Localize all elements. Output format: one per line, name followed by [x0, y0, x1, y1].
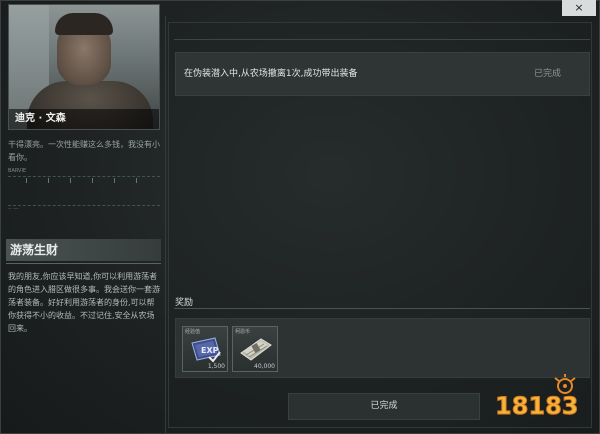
money-stack-icon: [240, 338, 272, 361]
rewards-panel: 经验值 EXP 1,500 柯恩币 40,000: [175, 318, 590, 378]
reward-item-quantity: 1,500: [207, 363, 225, 370]
complete-button[interactable]: 已完成: [288, 393, 480, 420]
svg-text:EXP: EXP: [201, 346, 219, 355]
character-portrait: 迪克 · 文森: [8, 4, 160, 130]
reward-item-name: 柯恩币: [235, 329, 251, 335]
stats-sub-label: -- ---: [8, 206, 19, 212]
mission-title-divider: [6, 263, 161, 264]
character-quote: 干得漂亮。一次性能赚这么多钱，我没有小看你。: [8, 140, 160, 162]
stats-label: BARVIE: [8, 168, 27, 174]
stats-tick: [48, 178, 49, 183]
task-objective-text: 在伪装潜入中,从农场撤离1次,成功带出装备: [184, 69, 358, 79]
stats-tick: [70, 178, 71, 183]
reward-item-money[interactable]: 柯恩币 40,000: [232, 326, 278, 372]
character-stats: BARVIE -- ---: [8, 168, 160, 216]
exp-card-icon: EXP: [191, 337, 221, 363]
top-divider: [174, 39, 590, 40]
portrait-hair: [55, 13, 113, 35]
task-objective-row: 在伪装潜入中,从农场撤离1次,成功带出装备 已完成: [175, 52, 590, 96]
stats-tick: [92, 178, 93, 183]
task-status: 已完成: [533, 69, 561, 79]
stats-tick: [26, 178, 27, 183]
character-name: 迪克 · 文森: [9, 109, 159, 129]
reward-item-exp[interactable]: 经验值 EXP 1,500: [182, 326, 228, 372]
stats-tick: [136, 178, 137, 183]
mission-description: 我的朋友,你应该早知道,你可以利用游荡者的角色进入腊区做很多事。我会送你一套游荡…: [8, 272, 160, 333]
close-button[interactable]: ×: [562, 0, 596, 16]
rewards-label: 奖励: [175, 298, 194, 308]
site-logo-watermark: 18183: [495, 374, 579, 421]
stats-tick: [114, 178, 115, 183]
mission-title: 游荡生财: [6, 239, 161, 261]
stats-track: [8, 176, 160, 206]
reward-item-name: 经验值: [185, 329, 201, 335]
reward-item-quantity: 40,000: [254, 363, 275, 370]
watermark-text: 18183: [495, 392, 579, 420]
rewards-divider: [174, 308, 590, 309]
